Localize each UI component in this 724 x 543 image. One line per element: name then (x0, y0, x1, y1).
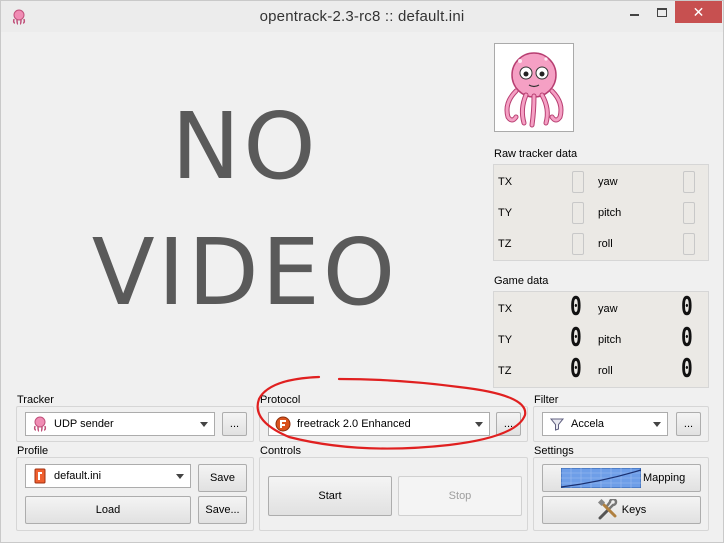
game-ty-label: TY (498, 334, 513, 346)
profile-label: Profile (17, 445, 49, 457)
game-tx-label: TX (498, 303, 513, 315)
game-data-label: Game data (494, 275, 549, 287)
mapping-label: Mapping (643, 472, 686, 484)
raw-pitch-value (683, 202, 695, 224)
game-tx-value: 0 (570, 292, 582, 322)
save-as-button[interactable]: Save... (198, 496, 247, 524)
raw-roll-value (683, 233, 695, 255)
game-data-panel: TX 0 yaw 0 TY 0 pitch 0 TZ 0 roll 0 (493, 291, 709, 388)
maximize-button[interactable] (646, 1, 678, 23)
protocol-settings-button[interactable]: ... (496, 412, 521, 436)
game-yaw-value: 0 (681, 292, 693, 322)
start-button[interactable]: Start (268, 476, 392, 516)
video-preview: NO VIDEO (9, 32, 481, 387)
window-title: opentrack-2.3-rc8 :: default.ini (259, 8, 465, 25)
tracker-label: Tracker (17, 394, 54, 406)
game-roll-value: 0 (681, 354, 693, 384)
filter-settings-button[interactable]: ... (676, 412, 701, 436)
protocol-selected: freetrack 2.0 Enhanced (297, 418, 411, 430)
tools-icon (597, 499, 619, 521)
save-button[interactable]: Save (198, 464, 247, 492)
load-button[interactable]: Load (25, 496, 191, 524)
raw-tracker-label: Raw tracker data (494, 148, 578, 160)
game-pitch-label: pitch (598, 334, 622, 346)
raw-yaw-value (683, 171, 695, 193)
close-button[interactable]: ✕ (675, 1, 722, 23)
octopus-logo (494, 43, 574, 132)
tracker-settings-button[interactable]: ... (222, 412, 247, 436)
chevron-down-icon (653, 422, 661, 427)
filter-select[interactable]: Accela (542, 412, 668, 436)
raw-ty-value (572, 202, 584, 224)
profile-icon (32, 468, 48, 484)
stop-button[interactable]: Stop (398, 476, 522, 516)
title-bar: opentrack-2.3-rc8 :: default.ini ✕ (1, 1, 723, 32)
raw-ty-label: TY (498, 207, 513, 219)
filter-selected: Accela (571, 418, 605, 430)
game-tz-label: TZ (498, 365, 512, 377)
chevron-down-icon (475, 422, 483, 427)
minimize-icon (629, 14, 639, 16)
mapping-button[interactable]: Mapping (542, 464, 701, 492)
tracker-selected: UDP sender (54, 418, 114, 430)
game-pitch-value: 0 (681, 323, 693, 353)
freetrack-icon (275, 416, 291, 432)
close-icon: ✕ (692, 3, 705, 20)
no-video-line2: VIDEO (91, 218, 399, 326)
tracker-select[interactable]: UDP sender (25, 412, 215, 436)
octopus-icon (32, 416, 48, 432)
chevron-down-icon (200, 422, 208, 427)
chevron-down-icon (176, 474, 184, 479)
raw-roll-label: roll (598, 238, 613, 250)
profile-select[interactable]: default.ini (25, 464, 191, 488)
protocol-label: Protocol (260, 394, 301, 406)
raw-yaw-label: yaw (598, 176, 618, 188)
filter-label: Filter (534, 394, 559, 406)
maximize-icon (657, 7, 667, 17)
keys-button[interactable]: Keys (542, 496, 701, 524)
funnel-icon (549, 416, 565, 432)
main-window: opentrack-2.3-rc8 :: default.ini ✕ NO VI… (0, 0, 724, 543)
mapping-curve-icon (561, 468, 641, 488)
raw-tx-label: TX (498, 176, 513, 188)
game-roll-label: roll (598, 365, 613, 377)
game-ty-value: 0 (570, 323, 582, 353)
raw-tx-value (572, 171, 584, 193)
protocol-select[interactable]: freetrack 2.0 Enhanced (268, 412, 490, 436)
no-video-line1: NO (171, 92, 319, 200)
raw-tz-value (572, 233, 584, 255)
settings-label: Settings (534, 445, 574, 457)
profile-selected: default.ini (54, 470, 102, 482)
controls-label: Controls (260, 445, 301, 457)
game-yaw-label: yaw (598, 303, 618, 315)
keys-label: Keys (621, 504, 647, 516)
raw-tz-label: TZ (498, 238, 512, 250)
raw-tracker-panel: TX yaw TY pitch TZ roll (493, 164, 709, 261)
game-tz-value: 0 (570, 354, 582, 384)
raw-pitch-label: pitch (598, 207, 622, 219)
